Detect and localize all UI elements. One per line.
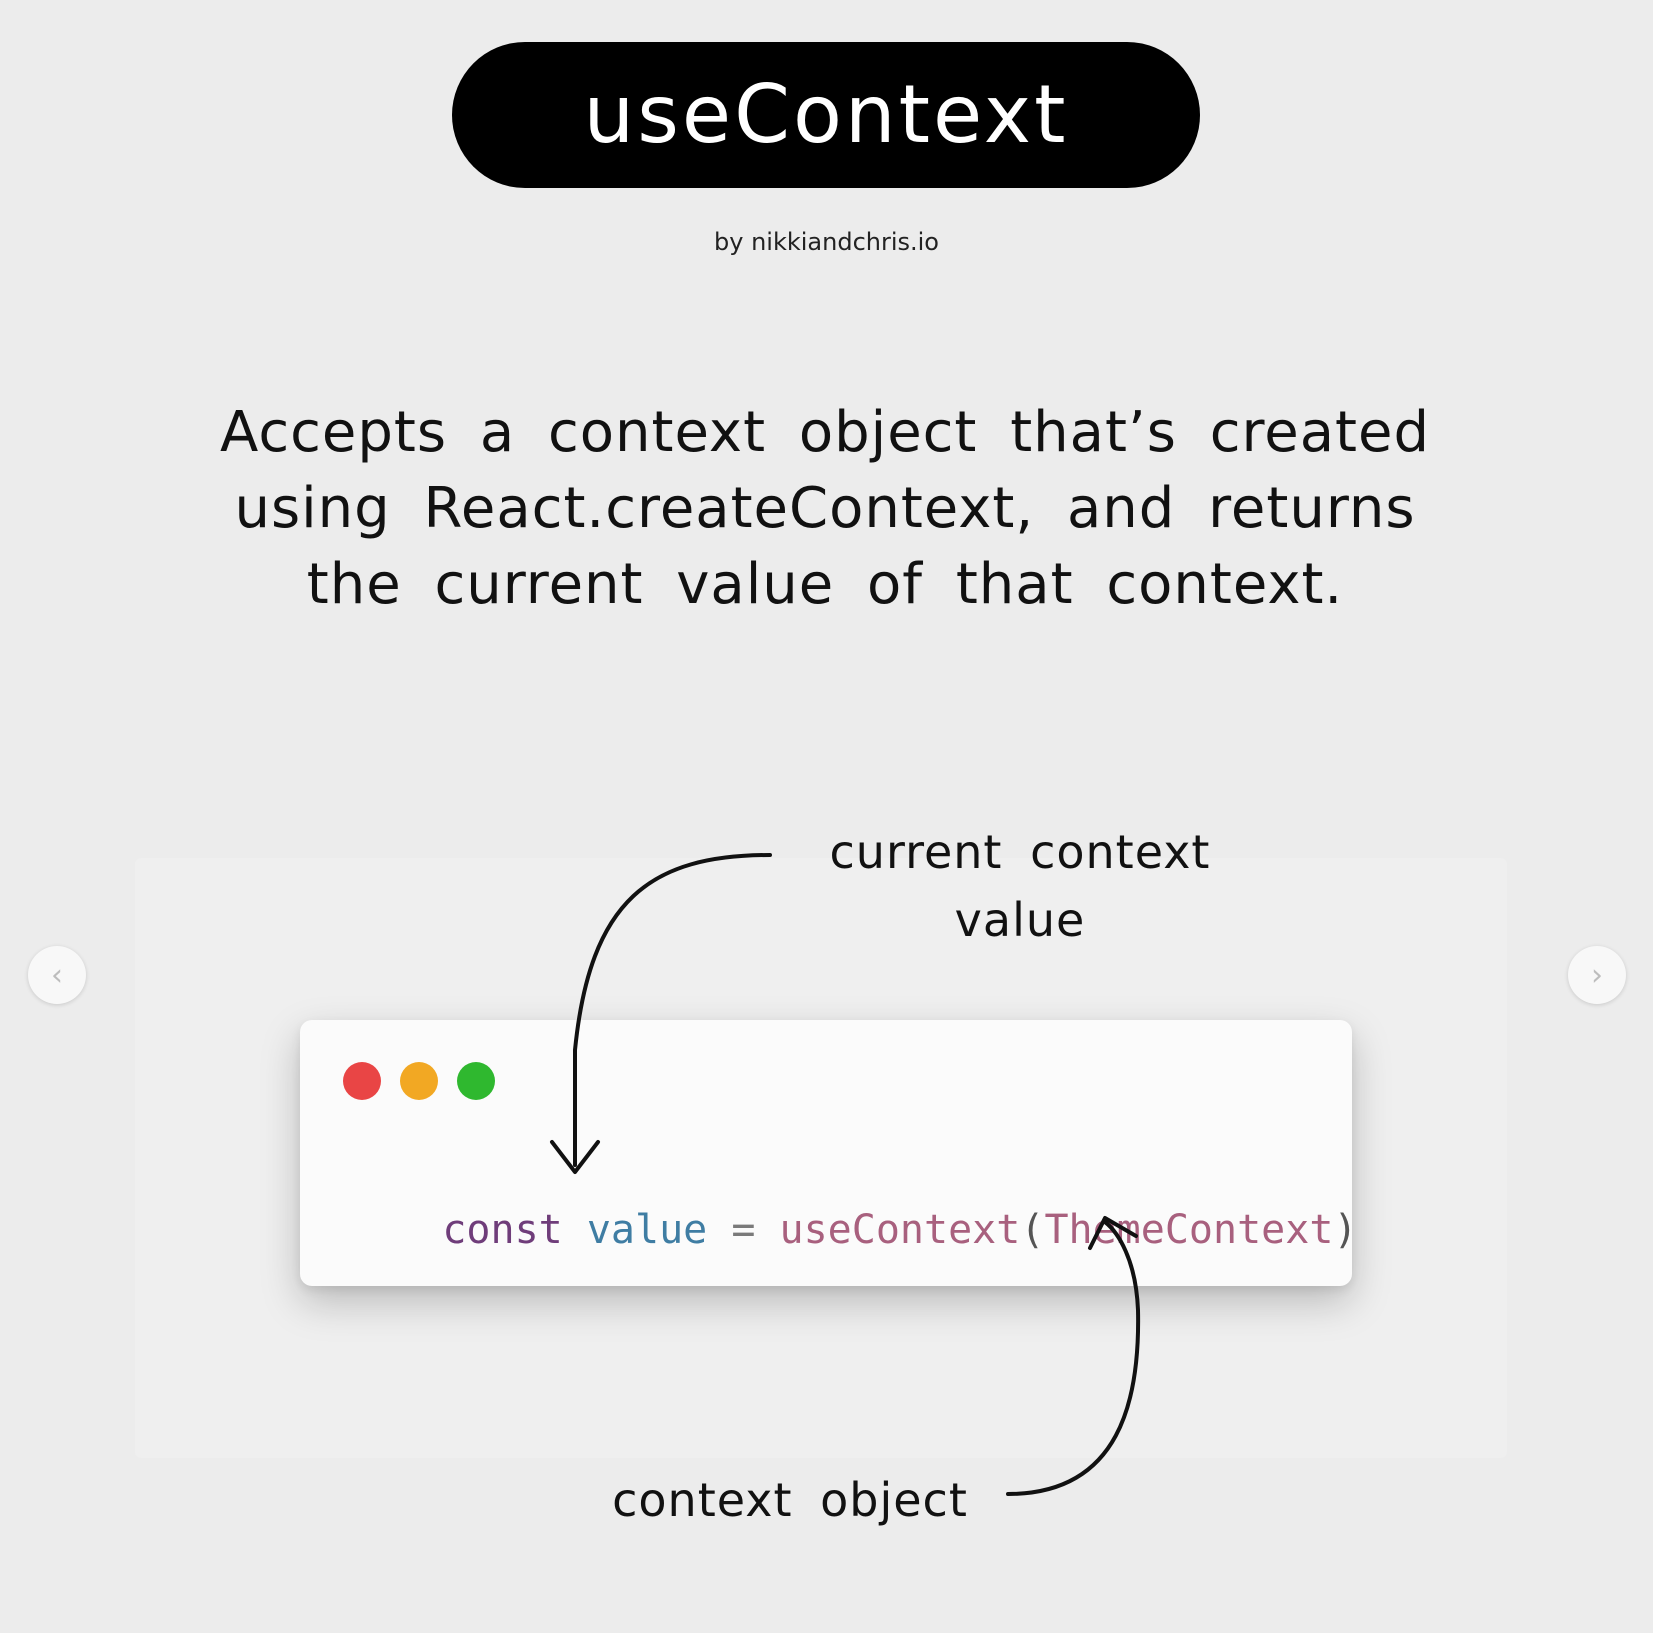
annotation-current-value: current context value	[829, 825, 1211, 947]
code-argument: ThemeContext	[1044, 1207, 1334, 1253]
code-keyword-const: const	[442, 1207, 563, 1253]
chevron-left-icon: ‹	[51, 957, 63, 993]
carousel-next-button[interactable]: ›	[1568, 946, 1626, 1004]
chevron-right-icon: ›	[1591, 957, 1603, 993]
description-text: Accepts a context object that’s created …	[220, 400, 1430, 617]
code-variable-value: value	[586, 1207, 708, 1253]
window-maximize-dot	[457, 1062, 495, 1100]
code-function-call: useContext	[779, 1207, 1021, 1253]
code-close-paren: )	[1333, 1207, 1358, 1253]
code-line: const value = useContext(ThemeContext)	[346, 1170, 1358, 1290]
carousel-prev-button[interactable]: ‹	[28, 946, 86, 1004]
window-close-dot	[343, 1062, 381, 1100]
code-window: const value = useContext(ThemeContext)	[300, 1020, 1358, 1286]
code-operator: =	[707, 1207, 780, 1253]
code-open-paren: (	[1020, 1207, 1045, 1253]
title-pill: useContext	[452, 42, 1200, 188]
window-minimize-dot	[400, 1062, 438, 1100]
annotation-context-object: context object	[612, 1473, 968, 1527]
page-title: useContext	[583, 68, 1069, 161]
byline: by nikkiandchris.io	[714, 228, 939, 256]
